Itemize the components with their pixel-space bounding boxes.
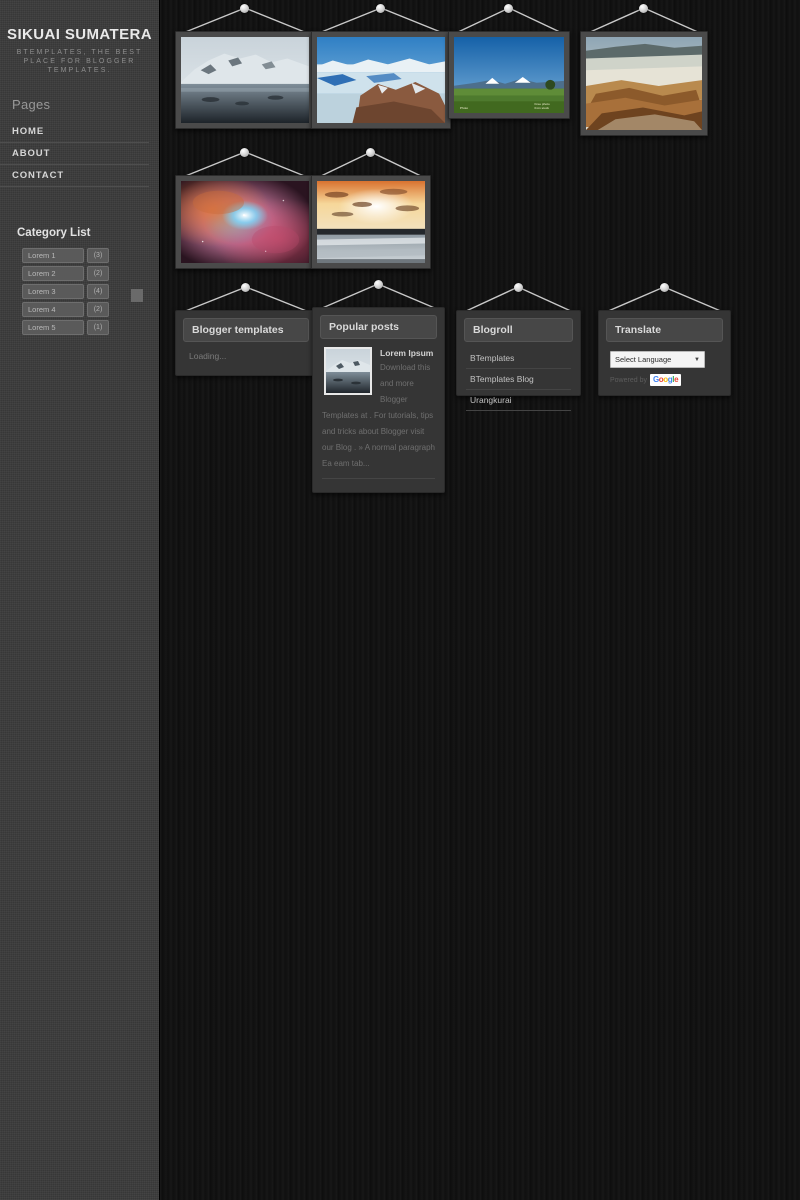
hanging-nail-icon xyxy=(241,283,250,292)
category-count: (2) xyxy=(87,302,109,317)
page-background: SIKUAI SUMATERA BTEMPLATES, THE BEST PLA… xyxy=(0,0,800,1200)
hanging-nail-icon xyxy=(504,4,513,13)
main-content: Photo Free photo from stock Blogger temp… xyxy=(160,0,800,1200)
hanging-nail-icon xyxy=(240,4,249,13)
gallery-image-2 xyxy=(317,37,445,123)
list-item[interactable]: Lorem Ipsum Download this and more Blogg… xyxy=(322,345,435,479)
blogroll-title: Blogroll xyxy=(464,318,573,342)
list-item[interactable]: Lorem 2 (2) xyxy=(22,266,159,281)
translate-frame: Translate Select Language ▼ Powered by G… xyxy=(598,281,731,396)
pages-heading: Pages xyxy=(12,97,51,112)
language-select[interactable]: Select Language ▼ xyxy=(610,351,705,368)
category-label[interactable]: Lorem 1 xyxy=(22,248,84,263)
blogger-templates-widget: Blogger templates Loading... xyxy=(175,310,317,376)
category-list-widget: Category List Lorem 1 (3) Lorem 2 (2) Lo… xyxy=(0,227,159,335)
blogroll-link-btemplates-blog[interactable]: BTemplates Blog xyxy=(466,369,571,389)
list-item[interactable]: BTemplates Blog xyxy=(466,369,571,390)
translate-title: Translate xyxy=(606,318,723,342)
post-thumbnail[interactable] xyxy=(324,347,372,395)
gallery-image-frame[interactable] xyxy=(311,175,431,269)
svg-text:from stock: from stock xyxy=(535,106,550,110)
powered-by-label: Powered by xyxy=(610,376,647,384)
svg-text:Photo: Photo xyxy=(460,106,468,110)
blogroll-body: BTemplates BTemplates Blog Urangkurai xyxy=(464,342,573,413)
category-label[interactable]: Lorem 2 xyxy=(22,266,84,281)
blogger-templates-body: Loading... xyxy=(183,342,309,366)
list-item[interactable]: Urangkurai xyxy=(466,390,571,411)
list-item[interactable]: Lorem 5 (1) xyxy=(22,320,159,335)
gallery-frame[interactable]: Photo Free photo from stock xyxy=(448,2,570,119)
sidebar-item-contact[interactable]: CONTACT xyxy=(0,165,149,186)
category-label[interactable]: Lorem 5 xyxy=(22,320,84,335)
pages-widget: Pages HOME ABOUT CONTACT xyxy=(0,97,159,187)
gallery-frame[interactable] xyxy=(175,2,315,129)
blogroll-link-urangkurai[interactable]: Urangkurai xyxy=(466,390,571,410)
gallery-image-5 xyxy=(181,181,309,263)
blogger-templates-title: Blogger templates xyxy=(183,318,309,342)
hanging-nail-icon xyxy=(366,148,375,157)
category-count: (1) xyxy=(87,320,109,335)
gallery-image-frame[interactable] xyxy=(175,175,315,269)
hanging-nail-icon xyxy=(374,280,383,289)
gallery-image-6 xyxy=(317,181,425,263)
pages-list: HOME ABOUT CONTACT xyxy=(0,121,159,187)
chevron-down-icon: ▼ xyxy=(694,356,700,363)
post-thumbnail-image xyxy=(326,349,370,393)
blog-description: BTEMPLATES, THE BEST PLACE FOR BLOGGER T… xyxy=(16,49,143,74)
blogroll-frame: Blogroll BTemplates BTemplates Blog Uran… xyxy=(456,281,581,411)
translate-widget: Translate Select Language ▼ Powered by G… xyxy=(598,310,731,396)
gallery-frame[interactable] xyxy=(311,146,431,269)
gallery-image-1 xyxy=(181,37,309,123)
gallery-image-frame[interactable] xyxy=(175,31,315,129)
gallery-image-frame[interactable]: Photo Free photo from stock xyxy=(448,31,570,119)
blogger-templates-frame: Blogger templates Loading... xyxy=(175,281,317,376)
gallery-frame[interactable] xyxy=(311,2,451,129)
blog-title: SIKUAI SUMATERA xyxy=(7,26,152,43)
category-count: (2) xyxy=(87,266,109,281)
popular-posts-widget: Popular posts Lorem Ipsum Download this … xyxy=(312,307,445,493)
hanging-nail-icon xyxy=(639,4,648,13)
gallery-image-frame[interactable] xyxy=(580,31,708,136)
list-item[interactable]: CONTACT xyxy=(0,165,149,187)
list-item[interactable]: ABOUT xyxy=(0,143,149,165)
powered-by-row: Powered by Google xyxy=(610,374,721,386)
gallery-image-frame[interactable] xyxy=(311,31,451,129)
sidebar-item-about[interactable]: ABOUT xyxy=(0,143,149,164)
category-count: (3) xyxy=(87,248,109,263)
list-item[interactable]: Lorem 4 (2) xyxy=(22,302,159,317)
sidebar-scroll-marker[interactable] xyxy=(131,289,143,302)
list-item[interactable]: BTemplates xyxy=(466,348,571,369)
hanging-nail-icon xyxy=(514,283,523,292)
language-select-value: Select Language xyxy=(615,355,672,364)
popular-posts-frame: Popular posts Lorem Ipsum Download this … xyxy=(312,278,445,493)
popular-posts-title: Popular posts xyxy=(320,315,437,339)
gallery-image-3: Photo Free photo from stock xyxy=(454,37,564,113)
hanging-nail-icon xyxy=(240,148,249,157)
popular-posts-body: Lorem Ipsum Download this and more Blogg… xyxy=(320,339,437,481)
sidebar: SIKUAI SUMATERA BTEMPLATES, THE BEST PLA… xyxy=(0,0,160,1200)
translate-body: Select Language ▼ Powered by Google xyxy=(606,342,723,390)
loading-status: Loading... xyxy=(189,351,227,361)
sidebar-item-home[interactable]: HOME xyxy=(0,121,149,142)
gallery-image-4 xyxy=(586,37,702,130)
hanging-nail-icon xyxy=(376,4,385,13)
hanging-nail-icon xyxy=(660,283,669,292)
category-label[interactable]: Lorem 3 xyxy=(22,284,84,299)
gallery-frame[interactable] xyxy=(580,2,708,136)
blogroll-link-btemplates[interactable]: BTemplates xyxy=(466,348,571,368)
blogroll-widget: Blogroll BTemplates BTemplates Blog Uran… xyxy=(456,310,581,411)
list-item[interactable]: HOME xyxy=(0,121,149,143)
category-list-heading: Category List xyxy=(17,227,91,239)
google-logo-icon: Google xyxy=(649,374,682,386)
blogroll-list: BTemplates BTemplates Blog Urangkurai xyxy=(466,348,571,411)
category-count: (4) xyxy=(87,284,109,299)
gallery-frame[interactable] xyxy=(175,146,315,269)
category-label[interactable]: Lorem 4 xyxy=(22,302,84,317)
list-item[interactable]: Lorem 1 (3) xyxy=(22,248,159,263)
